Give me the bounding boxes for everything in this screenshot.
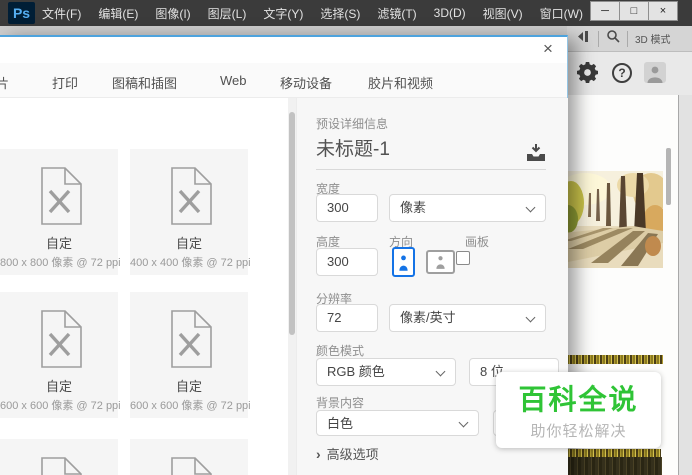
menu-bar: Ps 文件(F) 编辑(E) 图像(I) 图层(L) 文字(Y) 选择(S) 滤… [0,0,692,26]
help-icon[interactable]: ? [612,63,632,83]
document-name-value[interactable]: 未标题-1 [316,134,546,169]
color-mode-label: 颜色模式 [316,344,365,358]
resolution-unit-select[interactable]: 像素/英寸 [389,304,546,332]
background-value: 白色 [327,416,354,431]
menu-layer[interactable]: 图层(L) [208,5,247,22]
menu-filter[interactable]: 滤镜(T) [377,5,416,22]
glitter-band-bottom [567,449,661,457]
tab-film-video[interactable]: 胶片和视频 [368,73,433,92]
workspace-switcher-icon[interactable] [577,30,591,48]
photoshop-logo: Ps [8,2,35,24]
tab-mobile[interactable]: 移动设备 [280,73,332,92]
tab-print[interactable]: 打印 [52,73,78,92]
avatar[interactable] [644,62,666,83]
preset-card-4[interactable]: 自定 600 x 600 像素 @ 72 ppi [130,292,251,418]
options-bar-right: 3D 模式 [567,26,692,52]
chevron-right-icon: › [316,446,321,462]
right-edge-strip [679,95,692,475]
menu-file[interactable]: 文件(F) [42,5,81,22]
color-mode-value: RGB 颜色 [327,364,385,379]
advanced-options-label: 高级选项 [326,447,379,462]
background-select[interactable]: 白色 [316,410,479,436]
menu-items: 文件(F) 编辑(E) 图像(I) 图层(L) 文字(Y) 选择(S) 滤镜(T… [42,0,641,26]
width-input[interactable]: 300 [316,194,378,222]
color-mode-select[interactable]: RGB 颜色 [316,358,456,386]
canvas-scrollbar[interactable] [666,148,671,205]
watermark-subtitle: 助你轻松解决 [530,423,627,440]
orientation-portrait-button[interactable] [392,247,415,277]
menu-window[interactable]: 窗口(W) [540,5,583,22]
menu-select[interactable]: 选择(S) [320,5,360,22]
height-input[interactable]: 300 [316,248,378,276]
preset-card-1[interactable]: 自定 800 x 800 像素 @ 72 ppi [0,149,121,275]
watermark-title: 百科全说 [518,384,639,415]
scrollbar-thumb[interactable] [289,112,295,335]
watermark-badge: 百科全说 助你轻松解决 [496,372,661,448]
preset-name: 自定 [175,236,202,251]
new-document-dialog: × 照片 打印 图稿和插图 Web 移动设备 胶片和视频 自定 800 x 80… [0,35,568,475]
dialog-close-icon[interactable]: × [539,40,557,58]
preset-card-2[interactable]: 自定 400 x 400 像素 @ 72 ppi [130,149,251,275]
preset-size: 600 x 600 像素 @ 72 ppi [130,400,251,412]
chevron-down-icon [435,366,446,377]
dialog-tabs: 照片 打印 图稿和插图 Web 移动设备 胶片和视频 [0,63,567,98]
chevron-down-icon [458,417,469,428]
advanced-options-toggle[interactable]: › 高级选项 [316,444,379,463]
resolution-unit-value: 像素/英寸 [400,310,456,325]
separator [598,30,599,47]
preset-name: 自定 [45,236,72,251]
screenshot-root: Ps 文件(F) 编辑(E) 图像(I) 图层(L) 文字(Y) 选择(S) 滤… [0,0,692,475]
preset-size: 400 x 400 像素 @ 72 ppi [130,257,251,269]
glitter-band-top [567,355,663,364]
window-controls: ─ □ × [590,1,678,21]
autumn-photo [558,171,669,268]
window-close-button[interactable]: × [648,1,678,21]
minimize-button[interactable]: ─ [590,1,620,21]
artboard-checkbox[interactable] [456,251,470,265]
chevron-down-icon [525,202,536,213]
tab-web[interactable]: Web [220,73,247,88]
orientation-landscape-button[interactable] [426,250,455,274]
preset-name: 自定 [175,379,202,394]
preset-card-6[interactable] [130,439,248,475]
chevron-down-icon [525,312,536,323]
artboard-label: 画板 [465,235,490,249]
preset-card-5[interactable] [0,439,118,475]
mode-3d-label[interactable]: 3D 模式 [635,31,671,46]
maximize-button[interactable]: □ [619,1,649,21]
tab-photo[interactable]: 照片 [0,73,9,92]
preset-card-3[interactable]: 自定 600 x 600 像素 @ 72 ppi [0,292,121,418]
menu-edit[interactable]: 编辑(E) [98,5,138,22]
gear-icon[interactable] [577,62,598,83]
icon-rail: ? [567,52,692,95]
preset-scrollbar[interactable] [288,98,296,475]
preset-name: 自定 [45,379,72,394]
background-label: 背景内容 [316,396,365,410]
resolution-input[interactable]: 72 [316,304,378,332]
width-unit-value: 像素 [400,200,427,215]
panel-title: 预设详细信息 [316,117,389,131]
save-preset-icon[interactable] [526,144,546,166]
menu-type[interactable]: 文字(Y) [263,5,303,22]
tab-art[interactable]: 图稿和插图 [112,73,177,92]
document-name-field[interactable]: 未标题-1 [316,134,546,170]
preset-size: 600 x 600 像素 @ 72 ppi [0,400,121,412]
width-unit-select[interactable]: 像素 [389,194,546,222]
menu-image[interactable]: 图像(I) [155,5,190,22]
preset-size: 800 x 800 像素 @ 72 ppi [0,257,121,269]
separator [627,30,628,47]
canvas-dark-strip [567,457,662,475]
menu-3d[interactable]: 3D(D) [434,6,466,20]
menu-view[interactable]: 视图(V) [483,5,523,22]
search-icon[interactable] [606,29,620,48]
